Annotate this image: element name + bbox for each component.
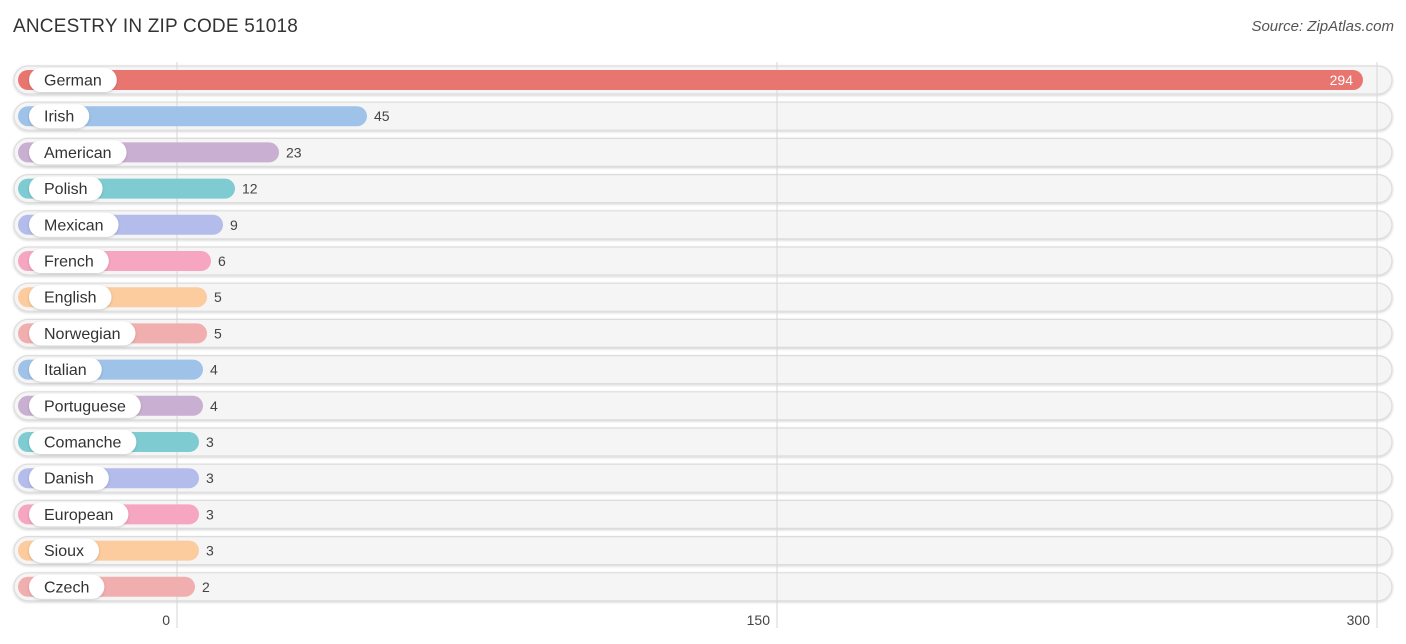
- category-label: European: [44, 507, 113, 524]
- value-label: 9: [230, 217, 238, 233]
- category-label: English: [44, 290, 96, 307]
- category-label: Italian: [44, 362, 87, 379]
- value-label: 5: [214, 325, 222, 341]
- category-label: Portuguese: [44, 398, 126, 415]
- value-label: 3: [206, 506, 214, 522]
- category-label: Czech: [44, 579, 89, 596]
- bar-track: [13, 499, 1393, 529]
- value-label: 23: [286, 144, 302, 160]
- value-label: 4: [210, 362, 218, 378]
- bar-row: American 23: [18, 140, 302, 165]
- x-tick-label: 150: [747, 612, 771, 628]
- category-label: Mexican: [44, 217, 104, 234]
- bar-chart: German 294Irish 45American 23Polish 12Mexica…: [13, 62, 1393, 628]
- category-label: Norwegian: [44, 326, 120, 343]
- category-label: American: [44, 145, 112, 162]
- value-label: 3: [206, 434, 214, 450]
- bar-track: [13, 535, 1393, 566]
- value-label: 4: [210, 398, 218, 414]
- bar-row: Comanche 3: [18, 430, 214, 454]
- bar-row: Norwegian 5: [18, 321, 222, 346]
- bar-row: Italian 4: [18, 357, 218, 382]
- bar-track: [13, 463, 1393, 493]
- value-label: 6: [218, 253, 226, 269]
- bar-row: Mexican 9: [18, 212, 238, 237]
- category-label: Comanche: [44, 435, 121, 452]
- bar-row: German 294: [18, 68, 1363, 92]
- bar-row: Portuguese 4: [18, 393, 218, 418]
- bar-row: Danish 3: [18, 466, 214, 491]
- category-label: Irish: [44, 109, 74, 126]
- bar-row: Sioux 3: [18, 538, 214, 563]
- bar-track: [13, 391, 1393, 421]
- value-label: 2: [202, 579, 210, 595]
- value-label: 5: [214, 289, 222, 305]
- bar-row: Polish 12: [18, 176, 258, 201]
- value-label: 3: [206, 470, 214, 486]
- category-label: Polish: [44, 181, 88, 198]
- bar-row: English 5: [18, 285, 222, 310]
- x-tick-label: 300: [1347, 612, 1371, 628]
- bar-row: Irish 45: [18, 104, 390, 129]
- bar: [18, 70, 1363, 90]
- bar-row: Czech 2: [18, 574, 210, 599]
- category-label: French: [44, 254, 94, 271]
- bar-row: European 3: [18, 502, 214, 527]
- category-label: Sioux: [44, 543, 84, 560]
- bar-track: [13, 355, 1393, 385]
- category-label: German: [44, 73, 102, 90]
- value-label: 294: [1330, 72, 1354, 88]
- bar-row: French 6: [18, 249, 226, 273]
- value-label: 45: [374, 108, 390, 124]
- value-label: 3: [206, 543, 214, 559]
- bar-track: [13, 572, 1393, 602]
- value-label: 12: [242, 181, 258, 197]
- bar-track: [13, 427, 1393, 457]
- category-label: Danish: [44, 471, 94, 488]
- x-tick-label: 0: [162, 612, 170, 628]
